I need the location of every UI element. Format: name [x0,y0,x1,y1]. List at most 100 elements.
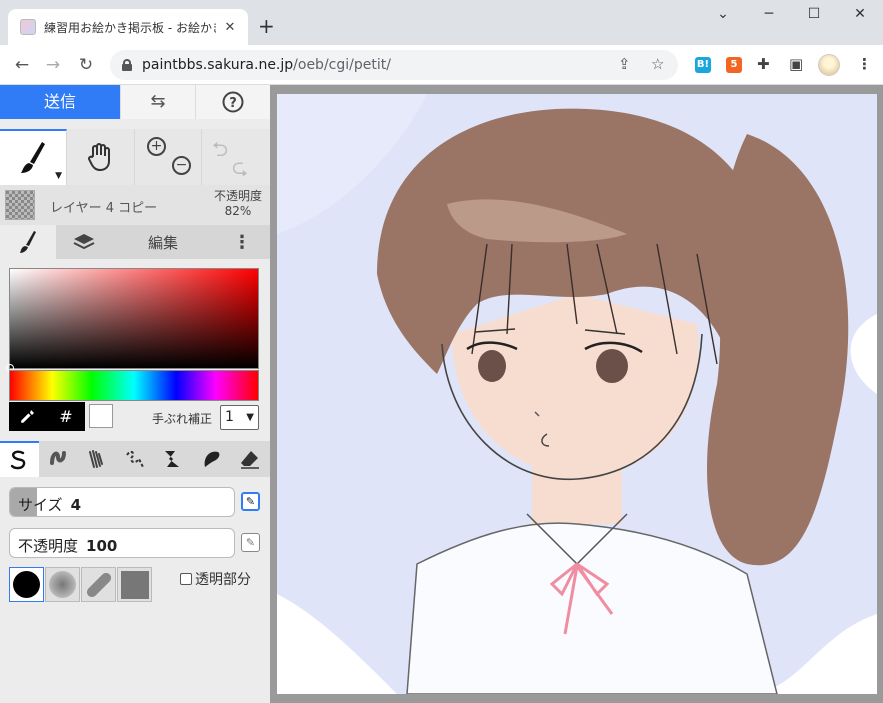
forward-icon[interactable]: → [41,53,65,77]
hex-input-button[interactable]: # [47,402,85,431]
current-color-swatch[interactable] [89,404,113,428]
opacity-slider-text: 不透明度 100 [18,535,117,556]
stabilizer-select[interactable]: 1 ▼ [220,405,259,430]
paint-tool-panel: 送信 ⇆ ? ▼ + − ⮌ ⮎ レイヤー 4 コピー 不透明度 82% 編集 … [0,85,270,703]
checkbox-box[interactable] [180,573,192,585]
eraser-button[interactable] [231,441,270,477]
fill-brush-button[interactable] [154,441,193,477]
layers-icon [73,234,95,250]
bookmark-star-icon[interactable]: ☆ [651,55,664,73]
layer-opacity-value: 82% [224,204,252,218]
brush-icon [20,231,36,253]
tab-layers[interactable] [56,225,112,259]
main-tool-row: ▼ + − ⮌ ⮎ [0,129,270,185]
blur-stroke-icon [49,451,66,465]
browser-toolbar: ← → ↻ paintbbs.sakura.ne.jp/oeb/cgi/peti… [0,45,883,85]
flat-tip-icon [84,570,113,599]
pen-brush-button[interactable] [0,441,39,477]
opacity-pen-pressure-icon[interactable]: ✎ [241,533,260,552]
zoom-out-icon[interactable]: − [172,156,191,175]
layer-opacity-title: 不透明度 [213,189,262,203]
url-path: /oeb/cgi/petit/ [293,57,391,73]
current-layer-bar[interactable]: レイヤー 4 コピー 不透明度 82% [0,185,270,225]
close-window-icon[interactable]: ✕ [845,6,875,22]
browser-tab[interactable]: 練習用お絵かき掲示板 - お絵かき掲 ✕ [8,9,248,45]
hand-tool-button[interactable] [67,129,135,185]
chevron-down-icon: ▼ [55,171,62,181]
profile-avatar[interactable] [818,54,840,76]
minimize-icon[interactable]: ─ [754,6,784,22]
texture-stroke-icon [89,450,104,468]
extensions-puzzle-icon[interactable]: ✚ [757,55,770,73]
brush-icon [21,142,45,173]
address-bar[interactable]: paintbbs.sakura.ne.jp/oeb/cgi/petit/ ⇪ ☆ [110,50,678,80]
size-slider-text: サイズ 4 [18,494,81,515]
smudge-stroke-icon [204,451,220,467]
lock-icon [122,59,132,71]
tab-close-icon[interactable]: ✕ [222,20,238,35]
brush-tip-row [9,567,153,602]
fill-stroke-icon [165,451,180,467]
brush-tool-button[interactable]: ▼ [0,129,67,185]
tip-flat-button[interactable] [81,567,116,602]
tip-soft-button[interactable] [45,567,80,602]
stabilizer-value: 1 [225,409,234,425]
square-tip-icon [120,570,149,599]
favicon-icon [20,19,36,35]
opacity-label: 不透明度 [18,537,79,555]
pen-stroke-icon [11,450,26,470]
brush-type-row [0,441,270,477]
redo-icon[interactable]: ⮎ [232,153,248,187]
menu-kebab-icon[interactable]: ⋮ [857,55,872,73]
tab-edit[interactable]: 編集 [112,225,214,259]
size-value: 4 [70,496,81,514]
eyedropper-icon[interactable] [9,402,47,431]
swap-icon[interactable]: ⇆ [120,85,195,119]
layer-thumbnail [5,190,35,220]
size-slider[interactable]: サイズ 4 [9,487,235,517]
texture-brush-button[interactable] [77,441,116,477]
more-icon[interactable]: ⋮ [214,225,270,259]
soft-tip-icon [49,571,76,598]
stabilizer-label: 手ぶれ補正 [152,412,213,426]
svg-text:?: ? [229,96,237,111]
undo-icon[interactable]: ⮌ [212,135,228,169]
zoom-tool-button[interactable]: + − [135,129,202,185]
transparent-checkbox[interactable]: 透明部分 [180,569,251,589]
opacity-value: 100 [86,537,118,555]
maximize-icon[interactable]: ☐ [799,6,829,22]
tab-title: 練習用お絵かき掲示板 - お絵かき掲 [44,20,216,35]
eraser-icon [241,451,260,469]
color-tools: # [9,402,85,431]
url-host: paintbbs.sakura.ne.jp [142,57,294,73]
browser-tabstrip: 練習用お絵かき掲示板 - お絵かき掲 ✕ + ⌄ ─ ☐ ✕ [0,0,883,45]
drawing-canvas[interactable] [277,94,877,694]
back-icon[interactable]: ← [10,53,34,77]
artwork-illustration [277,94,877,694]
panel-tabs: 編集 ⋮ [0,225,270,259]
hatena-bookmark-icon[interactable]: B! [695,57,711,73]
line-brush-button[interactable] [116,441,155,477]
circle-tip-icon [13,571,40,598]
help-icon[interactable]: ? [195,85,270,119]
new-tab-icon[interactable]: + [258,16,275,36]
tab-search-icon[interactable]: ⌄ [708,6,738,22]
tip-circle-button[interactable] [9,567,44,602]
color-saturation-picker[interactable] [6,268,259,372]
size-pen-pressure-icon[interactable]: ✎ [241,492,260,511]
blur-brush-button[interactable] [39,441,78,477]
share-icon[interactable]: ⇪ [618,55,631,73]
reload-icon[interactable]: ↻ [74,53,98,77]
zoom-in-icon[interactable]: + [147,137,166,156]
side-panel-icon[interactable]: ▣ [789,55,803,73]
html5-extension-icon[interactable]: 5 [726,57,742,73]
tip-square-button[interactable] [117,567,152,602]
hue-slider[interactable] [9,370,259,401]
size-label: サイズ [18,496,63,514]
tab-brush[interactable] [0,225,56,259]
opacity-slider[interactable]: 不透明度 100 [9,528,235,558]
smudge-brush-button[interactable] [193,441,232,477]
send-button[interactable]: 送信 [0,85,120,119]
hand-icon [87,143,110,172]
layer-opacity: 不透明度 82% [214,189,262,219]
